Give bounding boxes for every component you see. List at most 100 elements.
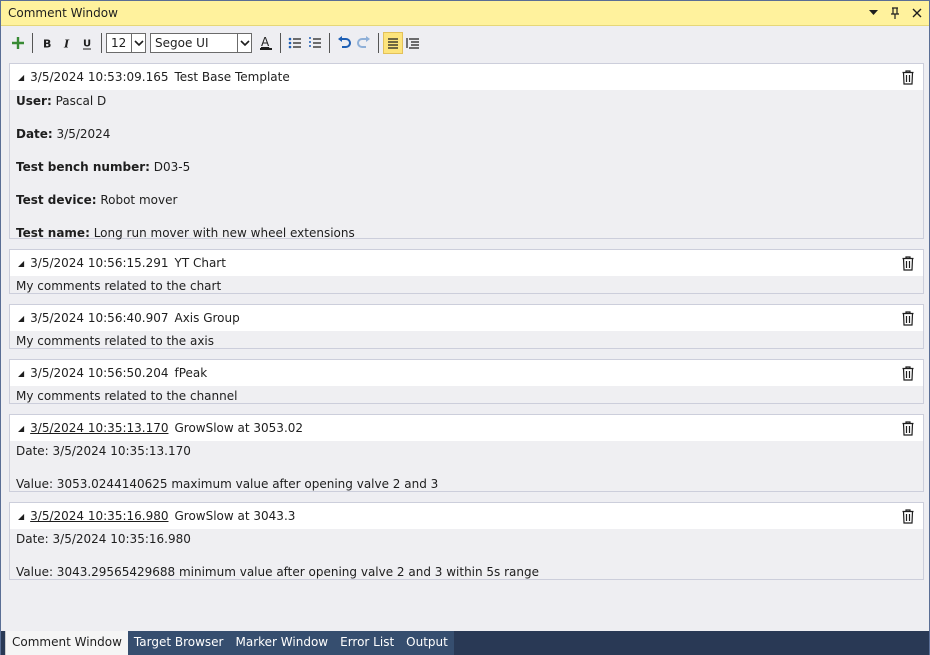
svg-text:A: A <box>261 35 270 49</box>
comment-subject: YT Chart <box>174 256 226 270</box>
add-comment-button[interactable] <box>8 32 28 54</box>
tab-comment-window[interactable]: Comment Window <box>5 631 128 655</box>
collapse-triangle-icon[interactable]: ◢ <box>18 73 24 82</box>
redo-button[interactable] <box>354 32 374 54</box>
window-controls <box>867 6 923 20</box>
comment-timestamp: 3/5/2024 10:56:40.907 <box>30 311 169 325</box>
comment-card: ◢ 3/5/2024 10:53:09.165 Test Base Templa… <box>9 63 924 240</box>
trash-icon[interactable] <box>897 308 919 328</box>
comment-subject: Axis Group <box>174 311 240 325</box>
comment-line: User: Pascal D <box>16 93 917 109</box>
comment-line: Date: 3/5/2024 <box>16 126 917 142</box>
trash-icon[interactable] <box>897 418 919 438</box>
comment-body[interactable]: Date: 3/5/2024 10:35:16.980 Value: 3043.… <box>10 529 923 582</box>
title-bar: Comment Window <box>1 1 929 26</box>
comment-body[interactable]: My comments related to the axis <box>10 331 923 351</box>
comment-header[interactable]: ◢ 3/5/2024 10:56:50.204 fPeak <box>10 360 923 386</box>
comment-timestamp-link[interactable]: 3/5/2024 10:35:13.170 <box>30 421 168 435</box>
trash-icon[interactable] <box>897 506 919 526</box>
toolbar-separator <box>329 33 330 53</box>
comment-card: ◢ 3/5/2024 10:56:15.291 YT Chart My comm… <box>9 249 924 294</box>
comment-subject: GrowSlow at 3053.02 <box>174 421 304 435</box>
comment-timestamp: 3/5/2024 10:53:09.165 <box>30 70 169 84</box>
comment-header[interactable]: ◢ 3/5/2024 10:56:15.291 YT Chart <box>10 250 923 276</box>
pin-icon[interactable] <box>889 6 901 20</box>
tab-target-browser[interactable]: Target Browser <box>127 631 230 655</box>
svg-text:U: U <box>83 38 91 49</box>
comment-text: My comments related to the chart <box>16 279 222 293</box>
chevron-down-icon <box>131 34 145 52</box>
field-label: Test device: <box>16 193 97 207</box>
toolbar-separator <box>32 33 33 53</box>
collapse-triangle-icon[interactable]: ◢ <box>18 512 24 521</box>
comment-timestamp: 3/5/2024 10:56:50.204 <box>30 366 169 380</box>
bullet-list-button[interactable] <box>285 32 305 54</box>
font-size-value: 12 <box>111 36 127 50</box>
comment-value-line: Value: 3043.29565429688 minimum value af… <box>16 565 540 579</box>
collapse-triangle-icon[interactable]: ◢ <box>18 259 24 268</box>
comment-value-line: Value: 3053.0244140625 maximum value aft… <box>16 477 439 491</box>
collapse-triangle-icon[interactable]: ◢ <box>18 424 24 433</box>
underline-button[interactable]: U <box>77 32 97 54</box>
align-left-button[interactable] <box>383 32 403 54</box>
indent-button[interactable] <box>403 32 423 54</box>
comment-subject: Test Base Template <box>174 70 290 84</box>
toolbar-separator <box>280 33 281 53</box>
tab-output[interactable]: Output <box>400 631 454 655</box>
font-family-value: Segoe UI <box>155 36 209 50</box>
dropdown-menu-icon[interactable] <box>867 6 879 20</box>
tool-window-tabs: Comment Window Target Browser Marker Win… <box>1 631 929 655</box>
comment-subject: fPeak <box>174 366 208 380</box>
field-label: Test bench number: <box>16 160 150 174</box>
toolbar-separator <box>378 33 379 53</box>
comment-window: Comment Window B I U 12 Segoe UI A ◢ 3/5… <box>0 0 930 655</box>
collapse-triangle-icon[interactable]: ◢ <box>18 314 24 323</box>
close-icon[interactable] <box>911 6 923 20</box>
chevron-down-icon <box>237 34 251 52</box>
comment-timestamp-link[interactable]: 3/5/2024 10:35:16.980 <box>30 509 168 523</box>
comment-body[interactable]: User: Pascal D Date: 3/5/2024 Test bench… <box>10 90 923 243</box>
comment-date-line: Date: 3/5/2024 10:35:13.170 <box>16 444 191 458</box>
comment-line: Test name: Long run mover with new wheel… <box>16 225 917 241</box>
window-title: Comment Window <box>8 6 118 20</box>
font-size-select[interactable]: 12 <box>106 33 146 53</box>
comment-header[interactable]: ◢ 3/5/2024 10:35:13.170 GrowSlow at 3053… <box>10 415 923 441</box>
font-color-button[interactable]: A <box>256 32 276 54</box>
field-label: User: <box>16 94 52 108</box>
bold-button[interactable]: B <box>37 32 57 54</box>
comment-card: ◢ 3/5/2024 10:56:40.907 Axis Group My co… <box>9 304 924 349</box>
field-value: Pascal D <box>51 94 107 108</box>
field-value: 3/5/2024 <box>52 127 111 141</box>
italic-button[interactable]: I <box>57 32 77 54</box>
collapse-triangle-icon[interactable]: ◢ <box>18 369 24 378</box>
comment-body[interactable]: My comments related to the channel <box>10 386 923 406</box>
comment-header[interactable]: ◢ 3/5/2024 10:35:16.980 GrowSlow at 3043… <box>10 503 923 529</box>
comment-card: ◢ 3/5/2024 10:35:16.980 GrowSlow at 3043… <box>9 502 924 580</box>
font-family-select[interactable]: Segoe UI <box>150 33 252 53</box>
comment-body[interactable]: My comments related to the chart <box>10 276 923 296</box>
comment-date-line: Date: 3/5/2024 10:35:16.980 <box>16 532 191 546</box>
svg-text:I: I <box>63 38 70 50</box>
comment-header[interactable]: ◢ 3/5/2024 10:53:09.165 Test Base Templa… <box>10 64 923 90</box>
field-value: D03-5 <box>149 160 191 174</box>
numbered-list-button[interactable] <box>305 32 325 54</box>
comment-body[interactable]: Date: 3/5/2024 10:35:13.170 Value: 3053.… <box>10 441 923 494</box>
tab-error-list[interactable]: Error List <box>334 631 401 655</box>
field-label: Date: <box>16 127 53 141</box>
comments-list: ◢ 3/5/2024 10:53:09.165 Test Base Templa… <box>1 59 929 631</box>
tab-marker-window[interactable]: Marker Window <box>229 631 335 655</box>
field-value: Long run mover with new wheel extensions <box>89 226 355 240</box>
undo-button[interactable] <box>334 32 354 54</box>
trash-icon[interactable] <box>897 363 919 383</box>
comment-line: Test bench number: D03-5 <box>16 159 917 175</box>
toolbar-separator <box>101 33 102 53</box>
comment-line: Test device: Robot mover <box>16 192 917 208</box>
comment-card: ◢ 3/5/2024 10:35:13.170 GrowSlow at 3053… <box>9 414 924 492</box>
comment-timestamp: 3/5/2024 10:56:15.291 <box>30 256 169 270</box>
svg-text:B: B <box>43 38 51 50</box>
comment-header[interactable]: ◢ 3/5/2024 10:56:40.907 Axis Group <box>10 305 923 331</box>
trash-icon[interactable] <box>897 253 919 273</box>
trash-icon[interactable] <box>897 67 919 87</box>
field-value: Robot mover <box>96 193 178 207</box>
comment-card: ◢ 3/5/2024 10:56:50.204 fPeak My comment… <box>9 359 924 404</box>
